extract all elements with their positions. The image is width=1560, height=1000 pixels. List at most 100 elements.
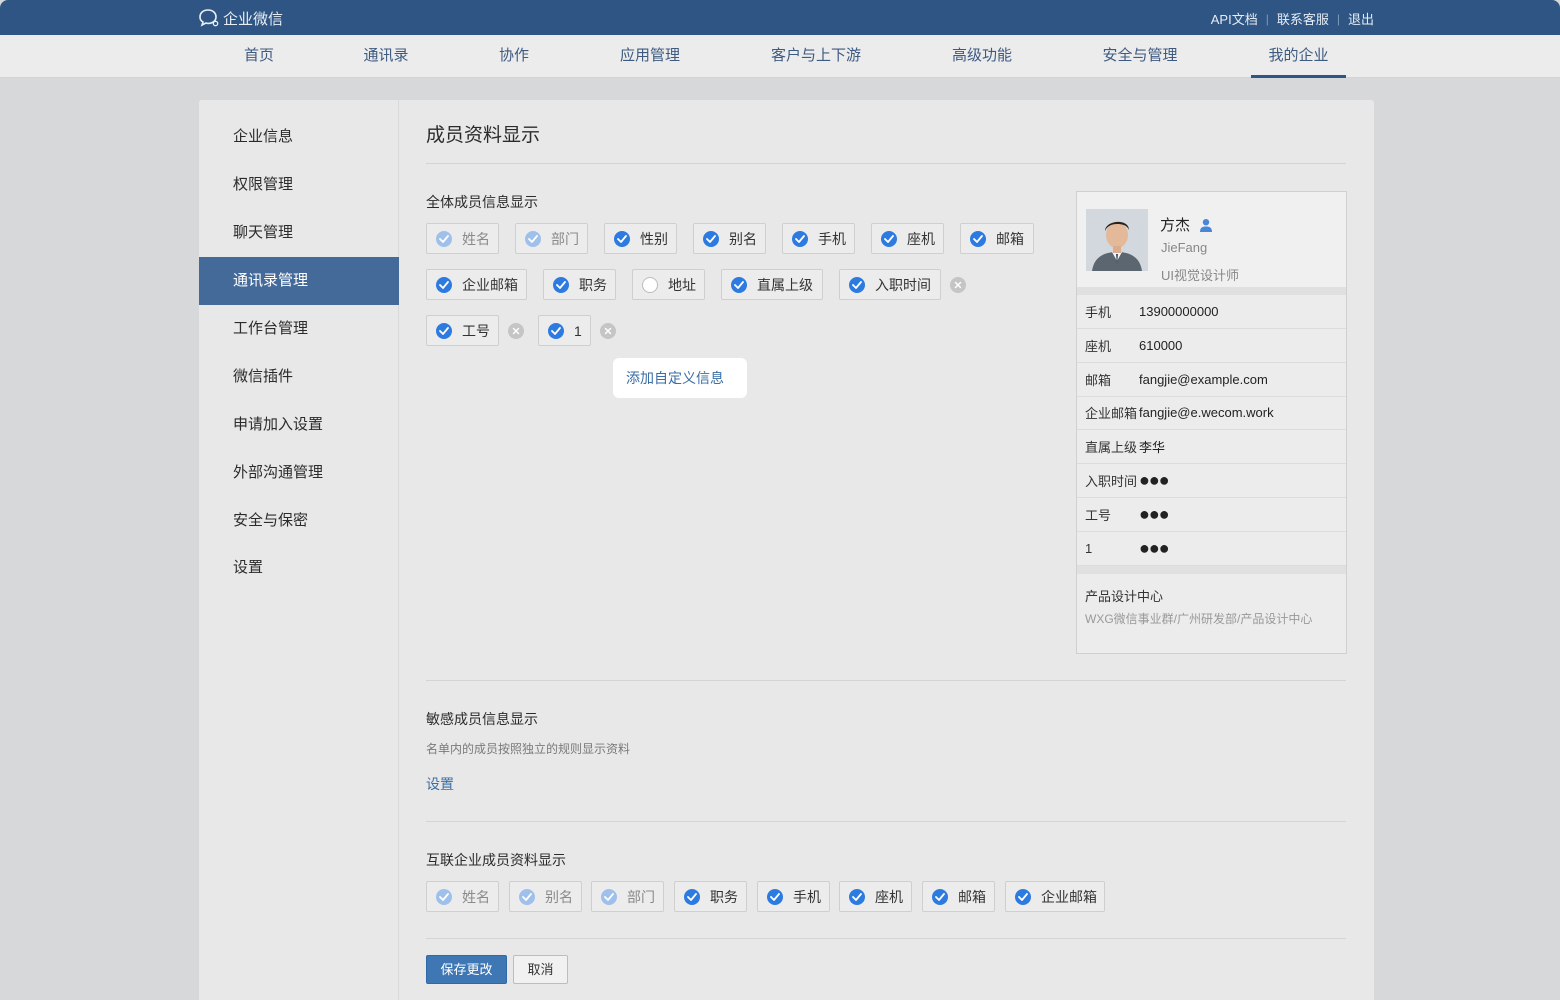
nav-my-enterprise[interactable]: 我的企业 [1251, 35, 1346, 78]
all-members-field-chip[interactable]: 手机 [782, 223, 855, 254]
check-circle-icon[interactable] [703, 230, 719, 247]
top-link-separator: | [1265, 11, 1269, 26]
sidebar-item-wechat-plugin[interactable]: 微信插件 [199, 353, 399, 401]
sidebar-item-chat-management[interactable]: 聊天管理 [199, 209, 399, 257]
nav-advanced-features[interactable]: 高级功能 [944, 35, 1020, 78]
check-circle-icon[interactable] [553, 276, 569, 293]
sidebar-item-contacts-management[interactable]: 通讯录管理 [199, 257, 399, 305]
check-circle-icon[interactable] [525, 230, 541, 247]
interconnected-field-chip[interactable]: 企业邮箱 [1005, 881, 1105, 912]
check-circle-icon[interactable] [614, 230, 630, 247]
remove-field-icon[interactable] [950, 277, 966, 293]
check-circle-icon[interactable] [519, 888, 535, 905]
check-circle-icon[interactable] [792, 230, 808, 247]
card-divider-strip [1077, 287, 1346, 295]
check-circle-icon[interactable] [881, 230, 897, 247]
all-members-field-chip[interactable]: 性别 [604, 223, 677, 254]
all-members-field-chip[interactable]: 邮箱 [960, 223, 1034, 254]
all-members-field-chip[interactable]: 别名 [693, 223, 766, 254]
top-bar: 企业微信 API文档 | 联系客服 | 退出 [0, 0, 1560, 35]
check-circle-icon[interactable] [684, 888, 700, 905]
nav-contacts[interactable]: 通讯录 [357, 35, 415, 78]
card-member-name-text: 方杰 [1160, 217, 1191, 234]
main-nav: 首页 通讯录 协作 应用管理 客户与上下游 高级功能 安全与管理 我的企业 [0, 35, 1560, 78]
interconnected-field-label: 手机 [793, 888, 821, 905]
sidebar-item-settings[interactable]: 设置 [199, 544, 399, 592]
card-info-row: 入职时间 ●●● [1077, 464, 1346, 498]
check-circle-icon[interactable] [436, 888, 452, 905]
card-info-row: 座机 610000 [1077, 329, 1346, 363]
check-circle-icon[interactable] [849, 276, 865, 293]
sidebar-item-join-settings[interactable]: 申请加入设置 [199, 401, 399, 449]
check-circle-icon[interactable] [1015, 888, 1031, 905]
all-members-section-title: 全体成员信息显示 [426, 194, 538, 210]
all-members-field-chip[interactable]: 部门 [515, 223, 588, 254]
all-members-field-label: 工号 [462, 322, 490, 339]
check-circle-icon[interactable] [436, 322, 452, 339]
check-circle-icon[interactable] [849, 888, 865, 905]
interconnected-field-chip[interactable]: 别名 [509, 881, 582, 912]
check-circle-icon[interactable] [932, 888, 948, 905]
sidebar-item-external-communication[interactable]: 外部沟通管理 [199, 449, 399, 497]
card-divider-strip [1077, 566, 1346, 574]
check-circle-icon[interactable] [548, 322, 564, 339]
all-members-field-chip[interactable]: 姓名 [426, 223, 499, 254]
sidebar-item-security-privacy[interactable]: 安全与保密 [199, 497, 399, 545]
card-info-value: ●●● [1139, 537, 1170, 558]
all-members-field-chip[interactable]: 工号 [426, 315, 499, 346]
interconnected-field-chip[interactable]: 座机 [839, 881, 912, 912]
avatar-photo-icon [1086, 209, 1148, 271]
sidebar-item-workbench-management[interactable]: 工作台管理 [199, 305, 399, 353]
nav-customers-upstream-downstream[interactable]: 客户与上下游 [764, 35, 868, 78]
settings-panel: 企业信息 权限管理 聊天管理 通讯录管理 工作台管理 微信插件 申请加入设置 外… [199, 100, 1374, 1000]
check-circle-icon[interactable] [601, 888, 617, 905]
interconnected-field-chip[interactable]: 职务 [674, 881, 747, 912]
all-members-field-label: 地址 [668, 276, 696, 293]
card-header: 方杰 JieFang UI视觉设计师 [1077, 192, 1346, 287]
save-changes-button[interactable]: 保存更改 [426, 955, 507, 984]
main-content: 成员资料显示 全体成员信息显示 姓名 部门 性别 别名 手机 座机 邮箱 企业邮箱 职务 地址 直属… [399, 100, 1374, 1000]
page-title: 成员资料显示 [426, 125, 541, 146]
all-members-field-label: 企业邮箱 [462, 276, 518, 293]
divider [426, 680, 1346, 681]
all-members-field-label: 姓名 [462, 230, 490, 247]
logout-link[interactable]: 退出 [1348, 9, 1374, 28]
interconnected-field-label: 部门 [627, 888, 655, 905]
check-circle-icon[interactable] [436, 230, 452, 247]
all-members-field-chip[interactable]: 座机 [871, 223, 944, 254]
sidebar-item-enterprise-info[interactable]: 企业信息 [199, 113, 399, 161]
add-custom-info-link[interactable]: 添加自定义信息 [613, 358, 747, 398]
api-docs-link[interactable]: API文档 [1211, 9, 1258, 28]
interconnected-field-chip[interactable]: 部门 [591, 881, 664, 912]
nav-security-management[interactable]: 安全与管理 [1095, 35, 1185, 78]
check-circle-icon[interactable] [436, 276, 452, 293]
card-info-value: 13900000000 [1139, 304, 1219, 319]
all-members-field-chip[interactable]: 入职时间 [839, 269, 941, 300]
app-logo[interactable]: 企业微信 [198, 7, 283, 29]
all-members-field-chip[interactable]: 直属上级 [721, 269, 823, 300]
nav-home[interactable]: 首页 [236, 35, 282, 78]
all-members-field-chip[interactable]: 1 [538, 315, 591, 346]
interconnected-field-chip[interactable]: 姓名 [426, 881, 499, 912]
sensitive-settings-link[interactable]: 设置 [426, 774, 454, 794]
all-members-field-label: 1 [574, 322, 582, 339]
all-members-field-chip[interactable]: 企业邮箱 [426, 269, 527, 300]
all-members-field-chip[interactable]: 职务 [543, 269, 616, 300]
card-info-value: ●●● [1139, 470, 1170, 490]
interconnected-field-chip[interactable]: 手机 [757, 881, 830, 912]
check-circle-icon[interactable] [970, 230, 986, 247]
remove-field-icon[interactable] [508, 323, 524, 339]
all-members-field-chip[interactable]: 地址 [632, 269, 705, 300]
check-circle-icon[interactable] [731, 276, 747, 293]
interconnected-field-chip[interactable]: 邮箱 [922, 881, 995, 912]
unchecked-circle-icon[interactable] [642, 276, 658, 293]
nav-app-management[interactable]: 应用管理 [612, 35, 688, 78]
cancel-button[interactable]: 取消 [513, 955, 568, 984]
nav-collaboration[interactable]: 协作 [492, 35, 536, 78]
check-circle-icon[interactable] [767, 888, 783, 905]
sidebar-item-permissions[interactable]: 权限管理 [199, 161, 399, 209]
all-members-field-label: 手机 [818, 230, 846, 247]
all-members-field-label: 性别 [640, 230, 668, 247]
remove-field-icon[interactable] [600, 323, 616, 339]
contact-support-link[interactable]: 联系客服 [1277, 9, 1329, 28]
